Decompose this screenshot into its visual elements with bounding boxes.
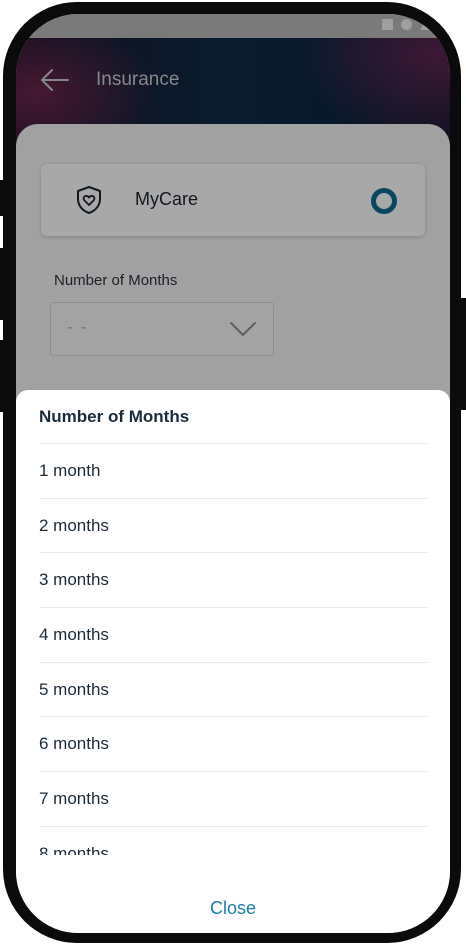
screen: Insurance MyCare Number of Months - - Nu… [16,14,450,933]
option-4-months[interactable]: 4 months [39,607,427,662]
option-2-months[interactable]: 2 months [39,497,427,553]
option-8-months[interactable]: 8 months [39,825,427,855]
option-1-month[interactable]: 1 month [39,443,427,498]
option-3-months[interactable]: 3 months [39,552,427,607]
option-6-months[interactable]: 6 months [39,716,427,771]
months-bottom-sheet: Number of Months 1 month 2 months 3 mont… [16,390,450,933]
phone-side-button-left-3 [0,340,6,412]
phone-side-button-left-2 [0,248,6,320]
close-button[interactable]: Close [16,898,450,919]
phone-side-button-left-1 [0,180,6,216]
sheet-title: Number of Months [39,407,190,426]
months-option-list[interactable]: 1 month 2 months 3 months 4 months 5 mon… [39,443,427,855]
option-7-months[interactable]: 7 months [39,771,427,826]
option-5-months[interactable]: 5 months [39,661,427,717]
phone-side-button-right [460,298,466,410]
